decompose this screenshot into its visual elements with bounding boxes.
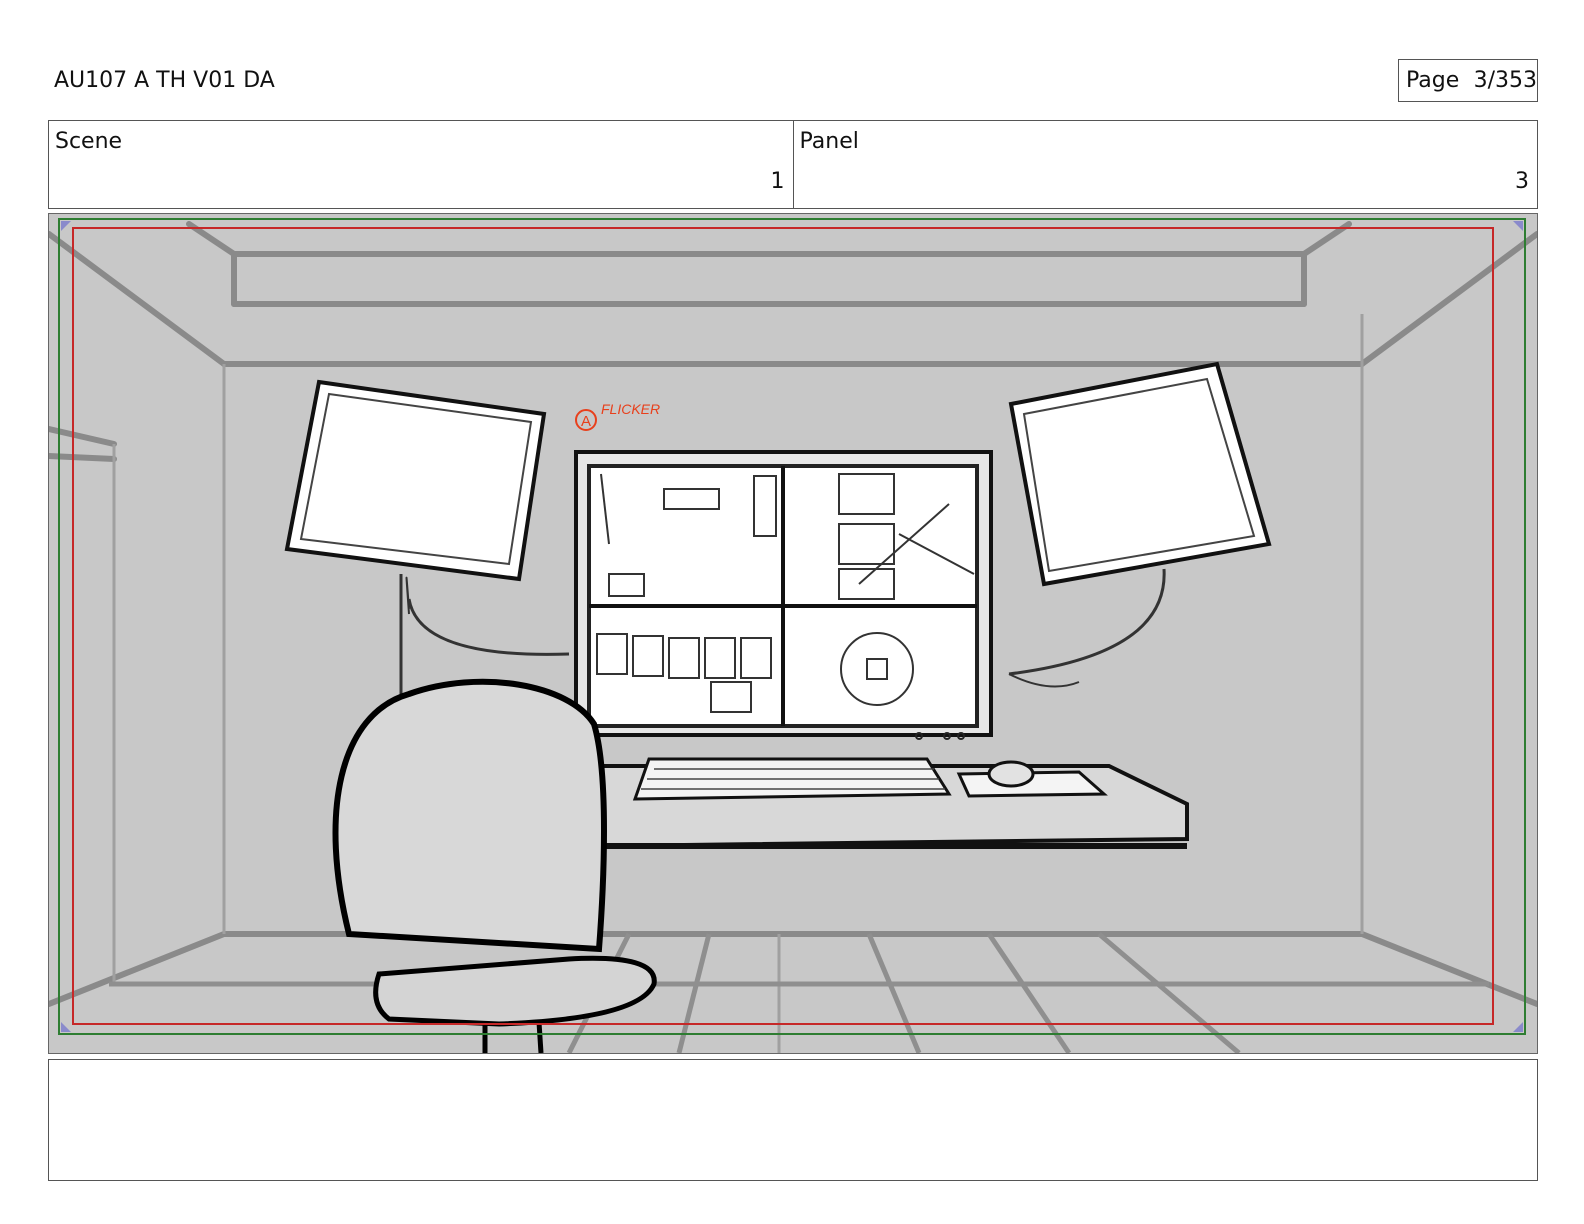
scene-cell: Scene 1 (49, 121, 793, 208)
panel-cell: Panel 3 (792, 121, 1538, 208)
document-title: AU107 A TH V01 DA (54, 68, 275, 93)
storyboard-sketch: A FLICKER (49, 214, 1537, 1053)
page-number: 3/353 (1473, 68, 1537, 93)
page-label: Page (1406, 68, 1460, 93)
desk-drawing (597, 757, 1189, 849)
scene-value: 1 (770, 169, 785, 194)
center-monitor-drawing (574, 450, 993, 740)
panel-notes-box (48, 1059, 1538, 1181)
storyboard-panel: A FLICKER (48, 213, 1538, 1054)
scene-panel-info: Scene 1 Panel 3 (48, 120, 1538, 209)
annotation-marker: A (581, 413, 591, 430)
annotation-text: FLICKER (601, 401, 660, 417)
panel-label: Panel (799, 129, 859, 154)
scene-label: Scene (55, 129, 123, 154)
panel-value: 3 (1515, 169, 1529, 194)
page-indicator: Page 3/353 (1398, 59, 1538, 102)
